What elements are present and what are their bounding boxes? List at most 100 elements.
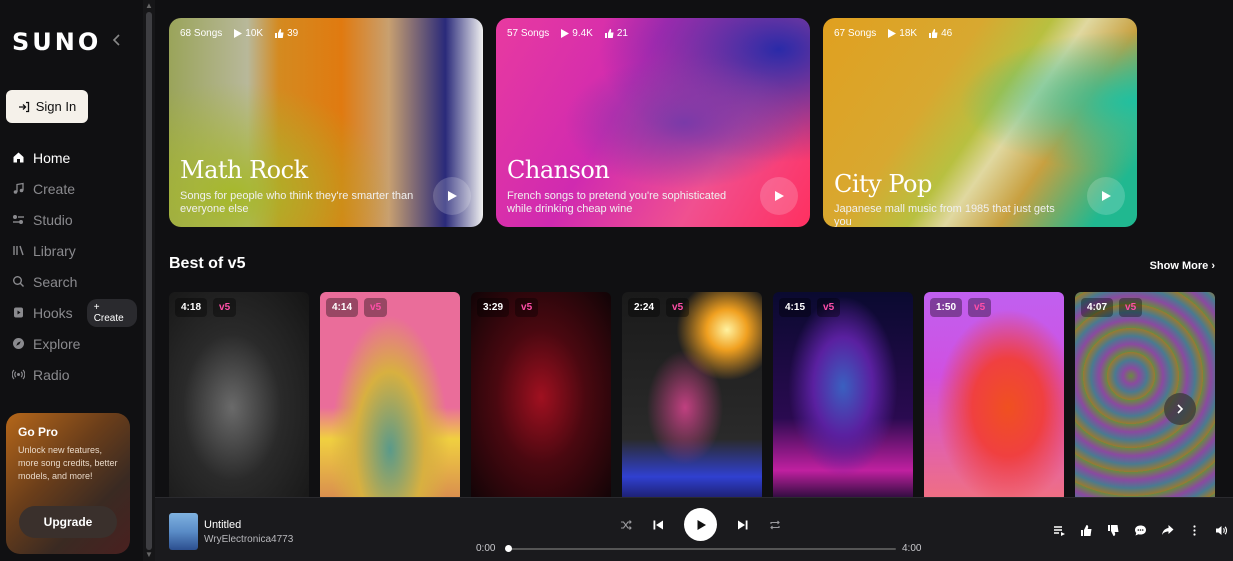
version-badge: v5 [666, 298, 690, 317]
progress-bar[interactable] [505, 545, 896, 552]
play-count-value: 9.4K [572, 28, 593, 39]
song-tile[interactable]: 1:50 v5 [924, 292, 1064, 497]
version-badge: v5 [213, 298, 237, 317]
track-artist[interactable]: WryElectronica4773 [204, 534, 293, 545]
version-badge: v5 [1119, 298, 1143, 317]
playlist-description: French songs to pretend you're sophistic… [507, 190, 727, 215]
play-small-icon [888, 29, 897, 38]
sidebar-item-home[interactable]: Home [12, 142, 137, 173]
song-tile[interactable]: 4:18 v5 [169, 292, 309, 497]
chevron-right-icon [1177, 404, 1184, 414]
tile-badges: 4:07 v5 [1081, 298, 1143, 317]
previous-button[interactable] [652, 519, 664, 531]
playlist-stats: 67 Songs 18K 46 [834, 28, 952, 39]
share-icon[interactable] [1161, 524, 1174, 537]
go-pro-title: Go Pro [18, 425, 59, 439]
playlist-card-city-pop[interactable]: 67 Songs 18K 46 City Pop Japanese mall m… [823, 18, 1137, 227]
sidebar-item-search[interactable]: Search [12, 266, 137, 297]
collapse-sidebar-icon[interactable] [110, 32, 124, 48]
like-count: 21 [604, 28, 628, 39]
sidebar-item-hooks[interactable]: Hooks + Create [12, 297, 137, 328]
play-count-value: 18K [899, 28, 918, 39]
comment-icon[interactable] [1134, 524, 1147, 537]
shuffle-button[interactable] [620, 519, 632, 531]
song-tile[interactable]: 4:07 v5 [1075, 292, 1215, 497]
next-button[interactable] [737, 519, 749, 531]
duration-badge: 4:14 [326, 298, 359, 317]
more-icon[interactable] [1188, 524, 1201, 537]
playlist-play-button[interactable] [760, 177, 798, 215]
playlist-card-chanson[interactable]: 57 Songs 9.4K 21 Chanson French songs to… [496, 18, 810, 227]
suno-logo[interactable]: SUNO [12, 28, 101, 56]
skip-forward-icon [738, 520, 748, 529]
version-badge: v5 [515, 298, 539, 317]
sidebar-item-label: Home [33, 149, 71, 166]
home-icon [13, 152, 24, 163]
track-thumbnail[interactable] [169, 513, 198, 550]
sidebar-item-studio[interactable]: Studio [12, 204, 137, 235]
song-count: 67 Songs [834, 28, 877, 39]
sidebar-item-explore[interactable]: Explore [12, 328, 137, 359]
carousel-next-button[interactable] [1164, 393, 1196, 425]
scroll-down-icon[interactable]: ▼ [145, 551, 153, 559]
repeat-button[interactable] [769, 519, 781, 531]
play-count: 18K [888, 28, 917, 39]
like-count: 46 [929, 28, 952, 39]
duration-badge: 4:07 [1081, 298, 1114, 317]
go-pro-text: Unlock new features, more song credits, … [18, 445, 118, 481]
skip-back-icon [653, 520, 663, 529]
playlist-description: Songs for people who think they're smart… [180, 190, 414, 215]
play-small-icon [234, 29, 243, 38]
sign-in-button[interactable]: Sign In [6, 90, 88, 123]
thumbs-down-icon[interactable] [1107, 524, 1120, 537]
song-tile[interactable]: 2:24 v5 [622, 292, 762, 497]
like-count-value: 46 [941, 28, 953, 39]
scroll-up-icon[interactable]: ▲ [145, 2, 153, 10]
like-count-value: 21 [616, 28, 628, 39]
sidebar-item-label: Search [33, 273, 78, 290]
like-count: 39 [275, 28, 298, 39]
playlist-play-button[interactable] [1087, 177, 1125, 215]
playlist-description: Japanese mall music from 1985 that just … [834, 203, 1055, 227]
section-title: Best of v5 [169, 255, 246, 272]
tile-badges: 4:15 v5 [779, 298, 841, 317]
hooks-create-button[interactable]: + Create [86, 298, 137, 327]
music-note-icon [13, 182, 24, 194]
chevron-right-icon: › [1211, 260, 1215, 272]
sidebar-item-label: Radio [33, 366, 70, 383]
volume-icon[interactable] [1215, 524, 1228, 537]
thumbs-up-icon[interactable] [1080, 524, 1093, 537]
playlist-stats: 68 Songs 10K 39 [180, 28, 298, 39]
hooks-icon [14, 307, 23, 318]
duration-badge: 4:15 [779, 298, 812, 317]
duration-badge: 4:18 [175, 298, 208, 317]
play-button[interactable] [684, 508, 717, 541]
playlist-title: Chanson [507, 156, 610, 184]
sidebar-item-create[interactable]: Create [12, 173, 137, 204]
current-time: 0:00 [476, 543, 496, 554]
song-tile[interactable]: 4:15 v5 [773, 292, 913, 497]
sidebar-item-library[interactable]: Library [12, 235, 137, 266]
play-icon [1102, 191, 1111, 201]
sidebar-item-label: Studio [33, 211, 73, 228]
queue-icon[interactable] [1053, 524, 1066, 537]
show-more-link[interactable]: Show More › [1150, 260, 1215, 272]
song-tile[interactable]: 4:14 v5 [320, 292, 460, 497]
track-title[interactable]: Untitled [204, 519, 241, 531]
sidebar-scrollbar[interactable]: ▲ ▼ [143, 0, 155, 561]
playlist-title: City Pop [834, 170, 932, 198]
total-time: 4:00 [902, 543, 922, 554]
sidebar-item-radio[interactable]: Radio [12, 359, 137, 390]
playlist-stats: 57 Songs 9.4K 21 [507, 28, 628, 39]
progress-handle[interactable] [505, 545, 512, 552]
radio-icon [12, 369, 25, 380]
shuffle-icon [621, 519, 632, 530]
playlist-card-math-rock[interactable]: 68 Songs 10K 39 Math Rock Songs for peop… [169, 18, 483, 227]
song-tile[interactable]: 3:29 v5 [471, 292, 611, 497]
compass-icon [13, 338, 24, 349]
upgrade-button[interactable]: Upgrade [19, 506, 117, 538]
like-count-value: 39 [287, 28, 299, 39]
scroll-thumb[interactable] [146, 12, 152, 550]
playlist-play-button[interactable] [433, 177, 471, 215]
show-more-label: Show More [1149, 260, 1209, 272]
